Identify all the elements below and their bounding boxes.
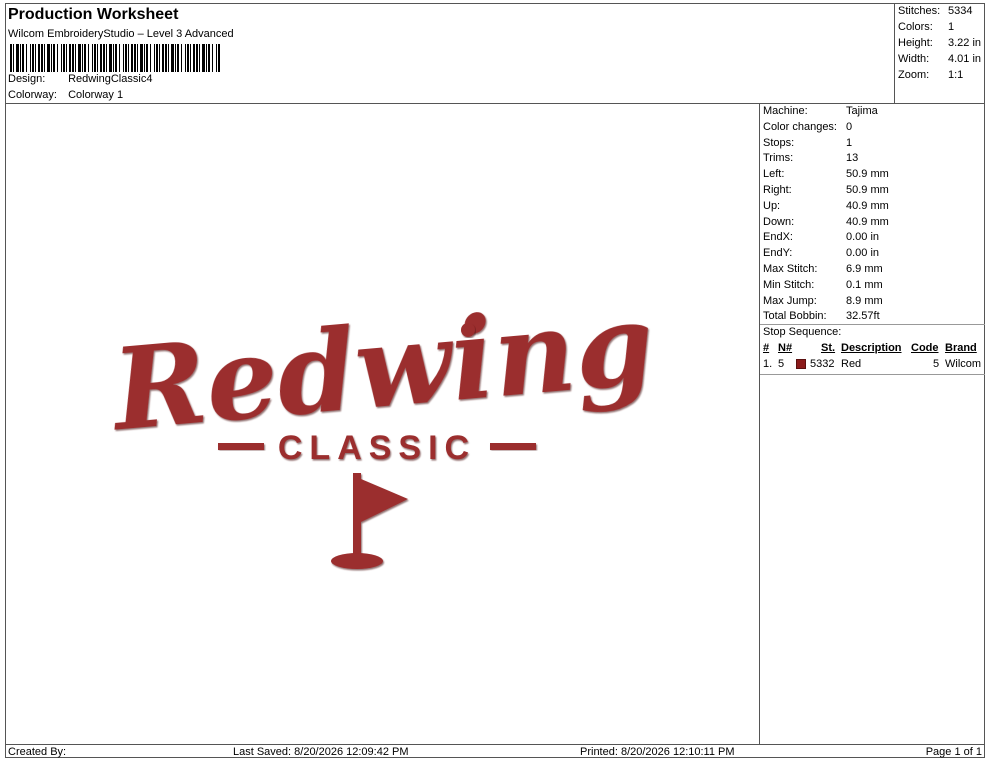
info-row: Trims: 13 <box>763 152 858 164</box>
stop-sequence-title: Stop Sequence: <box>763 326 842 338</box>
info-value: 50.9 mm <box>846 184 889 196</box>
divider <box>760 374 985 375</box>
info-row: Max Jump: 8.9 mm <box>763 295 883 307</box>
barcode-icon <box>10 44 220 72</box>
width-row: Width: 4.01 in <box>898 53 981 65</box>
height-value: 3.22 in <box>948 37 982 49</box>
col-brand: Brand <box>945 342 977 354</box>
info-row: Max Stitch: 6.9 mm <box>763 263 883 275</box>
golf-flag-icon <box>331 473 408 569</box>
width-label: Width: <box>898 53 930 65</box>
last-saved: Last Saved: 8/20/2026 12:09:42 PM <box>233 746 409 758</box>
col-stitches: St. <box>821 342 836 354</box>
info-value: 50.9 mm <box>846 168 889 181</box>
info-row: Total Bobbin: 32.57ft <box>763 310 880 322</box>
info-value: 40.9 mm <box>846 215 889 228</box>
row-num: 1. <box>763 358 773 370</box>
col-needle: N# <box>778 342 793 354</box>
info-value: 0.00 in <box>846 231 880 244</box>
colors-label: Colors: <box>898 21 933 33</box>
worksheet-footer: Created By: Last Saved: 8/20/2026 12:09:… <box>5 744 985 758</box>
zoom-row: Zoom: 1:1 <box>898 69 963 81</box>
col-num: # <box>763 342 770 354</box>
info-label: Up: <box>763 199 781 212</box>
info-label: Stops: <box>763 136 795 149</box>
embroidery-design: Redwing CLASSIC <box>105 279 659 569</box>
info-label: Max Stitch: <box>763 263 818 275</box>
info-label: Total Bobbin: <box>763 310 827 323</box>
info-value: 40.9 mm <box>846 199 889 212</box>
info-row: Right: 50.9 mm <box>763 184 889 196</box>
row-brand: Wilcom <box>945 358 982 370</box>
info-value: Tajima <box>846 105 878 117</box>
printed-date: Printed: 8/20/2026 12:10:11 PM <box>580 746 735 758</box>
divider <box>760 324 985 325</box>
info-value: 0.1 mm <box>846 278 883 291</box>
info-label: EndY: <box>763 247 793 260</box>
zoom-value: 1:1 <box>948 69 964 81</box>
machine-info-panel: Machine: Tajima Color changes: 0 Stops: 1 Trim… <box>760 104 985 745</box>
row-description: Red <box>841 358 862 370</box>
row-stitches: 5332 <box>810 358 835 370</box>
created-by: Created By: <box>8 746 67 758</box>
info-row: Down: 40.9 mm <box>763 216 889 228</box>
row-needle: 5 <box>778 358 785 370</box>
colors-row: Colors: 1 <box>898 21 954 33</box>
info-value: 8.9 mm <box>846 294 883 307</box>
info-label: Left: <box>763 168 785 181</box>
info-label: Trims: <box>763 152 794 165</box>
info-row: Left: 50.9 mm <box>763 168 889 180</box>
col-code: Code <box>911 342 939 354</box>
colorway-row: Colorway: Colorway 1 <box>8 89 123 101</box>
stitches-value: 5334 <box>948 5 973 17</box>
info-row: EndY: 0.00 in <box>763 247 879 259</box>
col-description: Description <box>841 342 902 354</box>
colorway-label: Colorway: <box>8 89 57 101</box>
design-canvas: Redwing CLASSIC <box>5 104 760 745</box>
info-label: Max Jump: <box>763 294 817 307</box>
colorway-value: Colorway 1 <box>68 89 124 101</box>
row-code: 5 <box>933 358 940 370</box>
info-label: Down: <box>763 215 795 228</box>
height-label: Height: <box>898 37 933 49</box>
info-row: EndX: 0.00 in <box>763 231 879 243</box>
info-value: 1 <box>846 136 853 149</box>
info-value: 0 <box>846 120 853 133</box>
height-row: Height: 3.22 in <box>898 37 981 49</box>
info-row: Stops: 1 <box>763 137 852 149</box>
info-value: 13 <box>846 152 859 165</box>
zoom-label: Zoom: <box>898 69 930 81</box>
design-value: RedwingClassic4 <box>68 73 153 85</box>
stitches-label: Stitches: <box>898 5 941 17</box>
info-value: 0.00 in <box>846 247 880 260</box>
thread-color-swatch <box>796 359 806 369</box>
info-label: Min Stitch: <box>763 278 815 291</box>
design-label: Design: <box>8 73 46 85</box>
design-row: Design: RedwingClassic4 <box>8 73 152 85</box>
left-rule <box>218 443 264 450</box>
software-name: Wilcom EmbroideryStudio – Level 3 Advanc… <box>8 28 234 40</box>
page-title: Production Worksheet <box>8 6 179 23</box>
width-value: 4.01 in <box>948 53 982 65</box>
colors-value: 1 <box>948 21 955 33</box>
classic-wordmark: CLASSIC <box>278 429 476 467</box>
right-rule <box>490 443 536 450</box>
info-label: Right: <box>763 184 792 196</box>
page-number: Page 1 of 1 <box>925 746 982 758</box>
info-row: Min Stitch: 0.1 mm <box>763 279 883 291</box>
worksheet-header: Production Worksheet Wilcom EmbroiderySt… <box>5 3 895 104</box>
stitches-row: Stitches: 5334 <box>898 5 972 17</box>
info-value: 6.9 mm <box>846 263 883 275</box>
info-row: Color changes: 0 <box>763 121 852 133</box>
dot-mark <box>461 323 475 337</box>
info-label: Color changes: <box>763 120 837 133</box>
info-row: Machine: Tajima <box>763 105 878 117</box>
info-label: Machine: <box>763 105 808 117</box>
summary-panel: Stitches: 5334 Colors: 1 Height: 3.22 in Wi… <box>895 3 985 104</box>
info-value: 32.57ft <box>846 310 880 323</box>
info-row: Up: 40.9 mm <box>763 200 889 212</box>
info-label: EndX: <box>763 231 793 244</box>
